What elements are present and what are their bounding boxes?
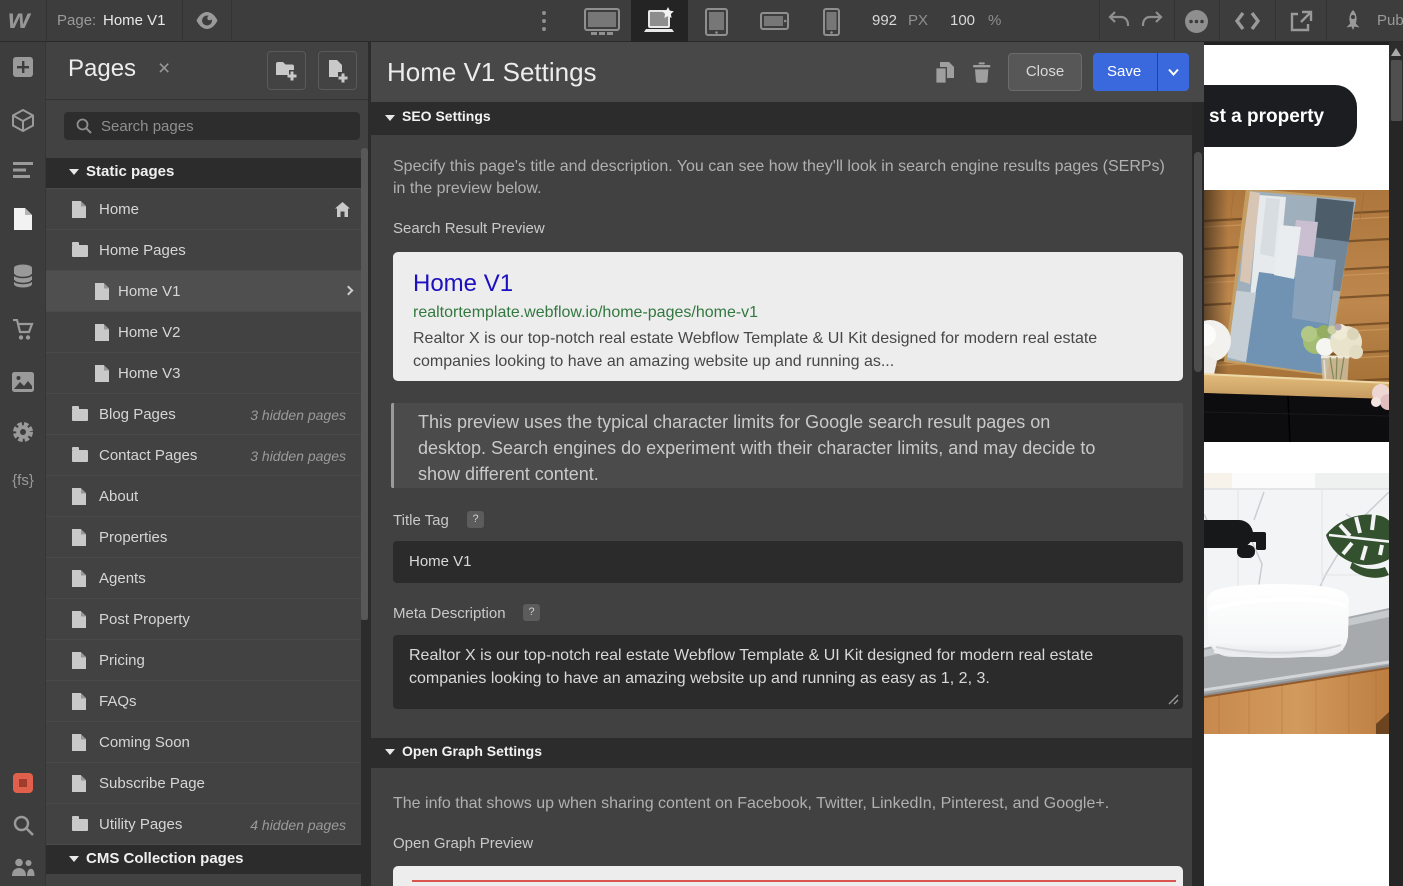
svg-text:st a property: st a property	[1209, 106, 1325, 127]
